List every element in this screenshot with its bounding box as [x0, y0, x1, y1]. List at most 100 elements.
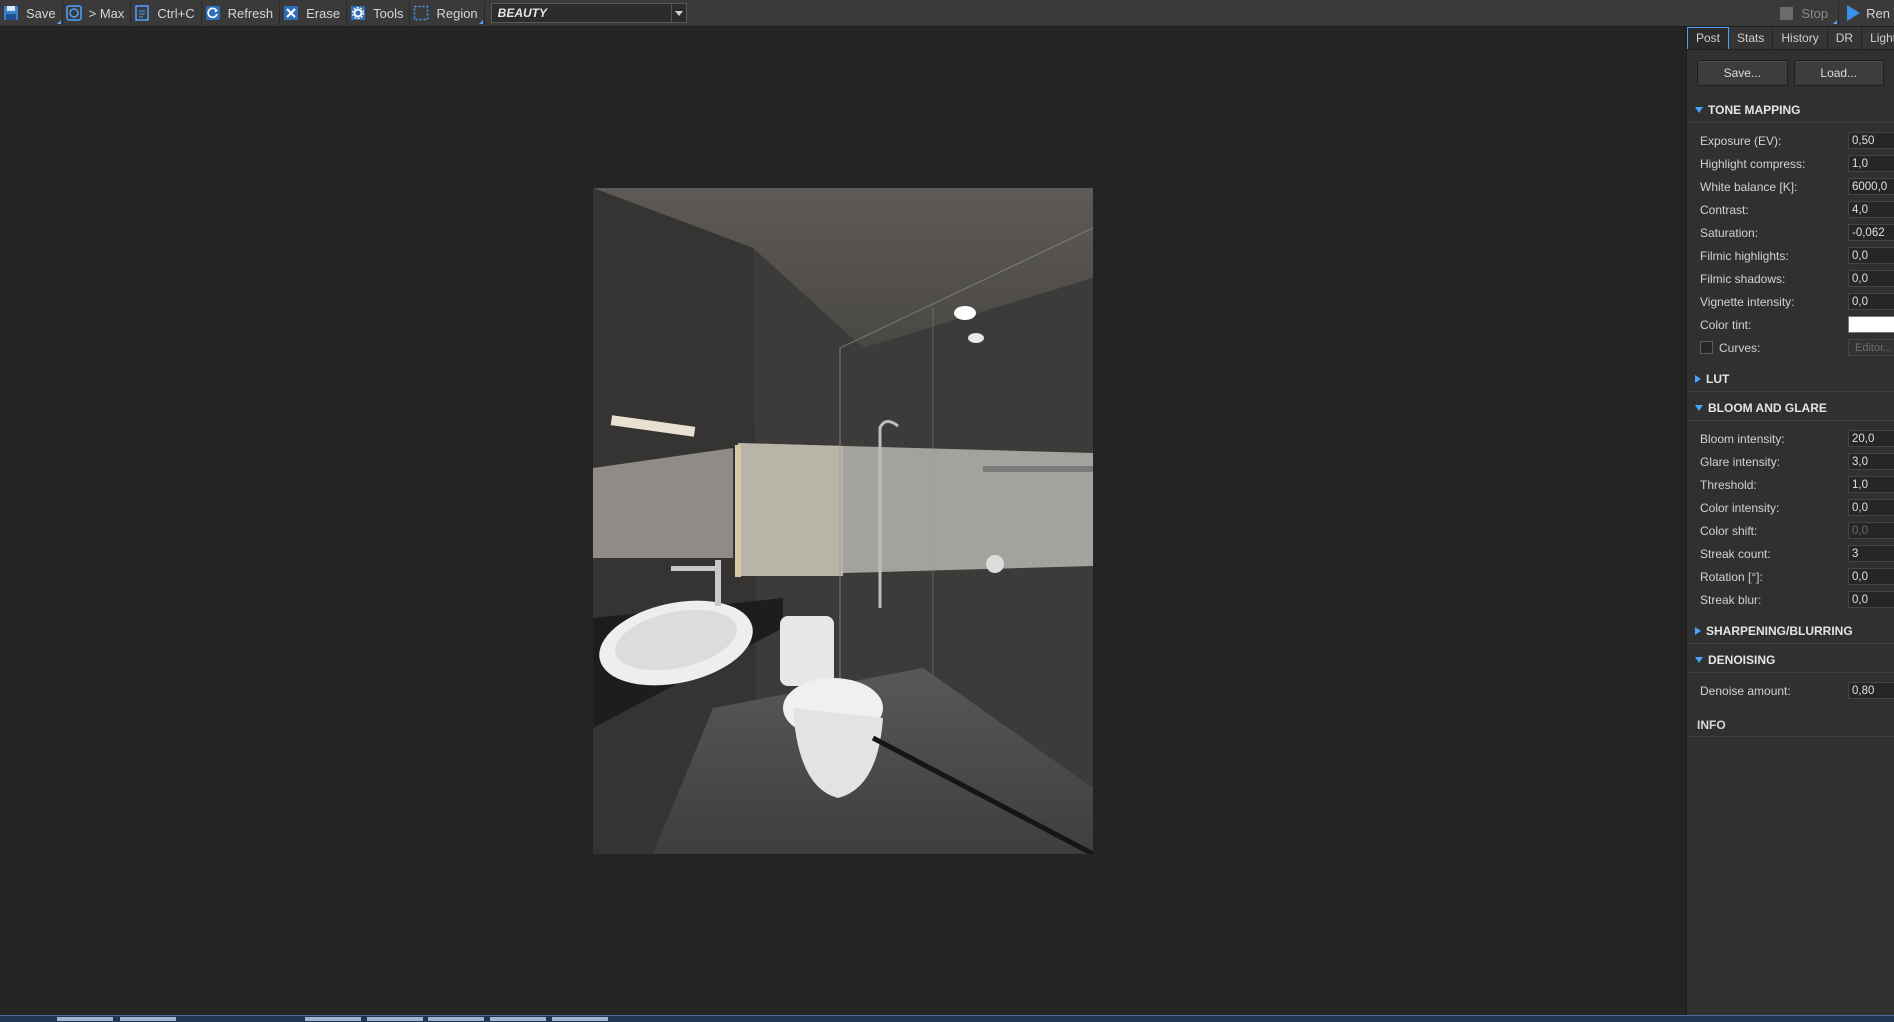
play-icon — [1847, 5, 1861, 21]
vignette-field[interactable]: 0,0 — [1848, 293, 1894, 310]
taskbar-item[interactable] — [120, 1017, 176, 1021]
gear-icon — [349, 4, 367, 22]
dropdown-corner-icon — [56, 20, 61, 24]
streak-blur-field[interactable]: 0,0 — [1848, 591, 1894, 608]
streak-count-field[interactable]: 3 — [1848, 545, 1894, 562]
param-streak-blur: Streak blur: 0,0 — [1687, 588, 1894, 611]
param-label: Rotation [°]: — [1700, 569, 1763, 584]
section-bloom-glare[interactable]: BLOOM AND GLARE — [1687, 396, 1894, 421]
taskbar-item[interactable] — [428, 1017, 484, 1021]
param-filmic-highlights: Filmic highlights: 0,0 — [1687, 244, 1894, 267]
white-balance-field[interactable]: 6000,0 — [1848, 178, 1894, 195]
param-label: Highlight compress: — [1700, 156, 1806, 171]
section-denoising[interactable]: DENOISING — [1687, 648, 1894, 673]
render-button[interactable]: Ren — [1839, 1, 1894, 25]
save-preset-button[interactable]: Save... — [1697, 60, 1788, 86]
tools-label: Tools — [373, 5, 404, 21]
stop-icon — [1780, 6, 1794, 20]
copy-to-max-button[interactable]: > Max — [63, 1, 132, 25]
param-highlight-compress: Highlight compress: 1,0 — [1687, 152, 1894, 175]
taskbar-item[interactable] — [552, 1017, 608, 1021]
tab-dr[interactable]: DR — [1828, 27, 1863, 49]
section-sharpening-blurring[interactable]: SHARPENING/BLURRING — [1687, 619, 1894, 644]
threshold-field[interactable]: 1,0 — [1848, 476, 1894, 493]
param-saturation: Saturation: -0,062 — [1687, 221, 1894, 244]
expand-triangle-icon — [1695, 405, 1703, 411]
param-curves: Curves: Editor... — [1687, 336, 1894, 359]
erase-x-icon — [282, 4, 300, 22]
curves-checkbox[interactable] — [1700, 341, 1713, 354]
collapse-triangle-icon — [1695, 627, 1701, 635]
param-glare-intensity: Glare intensity: 3,0 — [1687, 450, 1894, 473]
render-channel-select[interactable]: BEAUTY — [490, 3, 687, 23]
curves-editor-button[interactable]: Editor... — [1848, 339, 1894, 356]
region-label: Region — [436, 5, 478, 21]
copy-to-clipboard-button[interactable]: Ctrl+C — [131, 1, 202, 25]
param-label: Bloom intensity: — [1700, 431, 1785, 446]
section-title: BLOOM AND GLARE — [1708, 401, 1827, 415]
param-label: Glare intensity: — [1700, 454, 1781, 469]
rotation-field[interactable]: 0,0 — [1848, 568, 1894, 585]
erase-label: Erase — [306, 5, 341, 21]
region-select-icon — [412, 4, 430, 22]
tab-lightmix[interactable]: LightI — [1862, 27, 1894, 49]
chevron-down-icon[interactable] — [670, 4, 686, 22]
expand-triangle-icon — [1695, 107, 1703, 113]
param-color-intensity: Color intensity: 0,0 — [1687, 496, 1894, 519]
taskbar-item[interactable] — [305, 1017, 361, 1021]
tools-button[interactable]: Tools — [347, 1, 411, 25]
taskbar-item[interactable] — [367, 1017, 423, 1021]
tab-stats[interactable]: Stats — [1729, 27, 1774, 49]
glare-intensity-field[interactable]: 3,0 — [1848, 453, 1894, 470]
taskbar-item[interactable] — [57, 1017, 113, 1021]
load-preset-button[interactable]: Load... — [1793, 60, 1884, 86]
bloom-intensity-field[interactable]: 20,0 — [1848, 430, 1894, 447]
tab-history[interactable]: History — [1773, 27, 1828, 49]
save-button[interactable]: Save — [0, 1, 63, 25]
param-label: Color tint: — [1700, 317, 1752, 332]
param-label: Filmic highlights: — [1700, 248, 1789, 263]
color-intensity-field[interactable]: 0,0 — [1848, 499, 1894, 516]
section-title: DENOISING — [1708, 653, 1776, 667]
color-tint-swatch[interactable] — [1848, 316, 1894, 333]
param-label: Exposure (EV): — [1700, 133, 1782, 148]
section-info[interactable]: INFO — [1687, 714, 1894, 737]
param-label: Threshold: — [1700, 477, 1757, 492]
param-rotation: Rotation [°]: 0,0 — [1687, 565, 1894, 588]
refresh-label: Refresh — [227, 5, 274, 21]
param-label: Filmic shadows: — [1700, 271, 1786, 286]
floppy-disk-icon — [2, 4, 20, 22]
render-viewport[interactable] — [0, 27, 1686, 1015]
stop-button[interactable]: Stop — [1774, 1, 1840, 25]
saturation-field[interactable]: -0,062 — [1848, 224, 1894, 241]
stop-label: Stop — [1801, 5, 1829, 21]
filmic-highlights-field[interactable]: 0,0 — [1848, 247, 1894, 264]
highlight-compress-field[interactable]: 1,0 — [1848, 155, 1894, 172]
section-title: SHARPENING/BLURRING — [1706, 624, 1853, 638]
frame-buffer-toolbar: Save > Max Ctrl+C Refresh Erase Tools Re… — [0, 0, 1894, 27]
refresh-button[interactable]: Refresh — [202, 1, 281, 25]
section-title: TONE MAPPING — [1708, 103, 1801, 117]
contrast-field[interactable]: 4,0 — [1848, 201, 1894, 218]
tab-post[interactable]: Post — [1687, 27, 1730, 49]
region-button[interactable]: Region — [410, 1, 485, 25]
section-tone-mapping[interactable]: TONE MAPPING — [1687, 98, 1894, 123]
param-label: Streak blur: — [1700, 592, 1762, 607]
erase-button[interactable]: Erase — [280, 1, 348, 25]
max-logo-icon — [65, 4, 83, 22]
taskbar-item[interactable] — [490, 1017, 546, 1021]
section-lut[interactable]: LUT — [1687, 367, 1894, 392]
param-filmic-shadows: Filmic shadows: 0,0 — [1687, 267, 1894, 290]
denoise-amount-field[interactable]: 0,80 — [1848, 682, 1894, 699]
param-label: Saturation: — [1700, 225, 1759, 240]
save-label: Save — [26, 5, 56, 21]
param-label: Denoise amount: — [1700, 683, 1791, 698]
copy-to-max-label: > Max — [88, 5, 125, 21]
filmic-shadows-field[interactable]: 0,0 — [1848, 270, 1894, 287]
color-shift-field: 0,0 — [1848, 522, 1894, 539]
exposure-field[interactable]: 0,50 — [1848, 132, 1894, 149]
collapse-triangle-icon — [1695, 375, 1701, 383]
section-title: LUT — [1706, 372, 1730, 386]
param-label: Color intensity: — [1700, 500, 1780, 515]
param-contrast: Contrast: 4,0 — [1687, 198, 1894, 221]
